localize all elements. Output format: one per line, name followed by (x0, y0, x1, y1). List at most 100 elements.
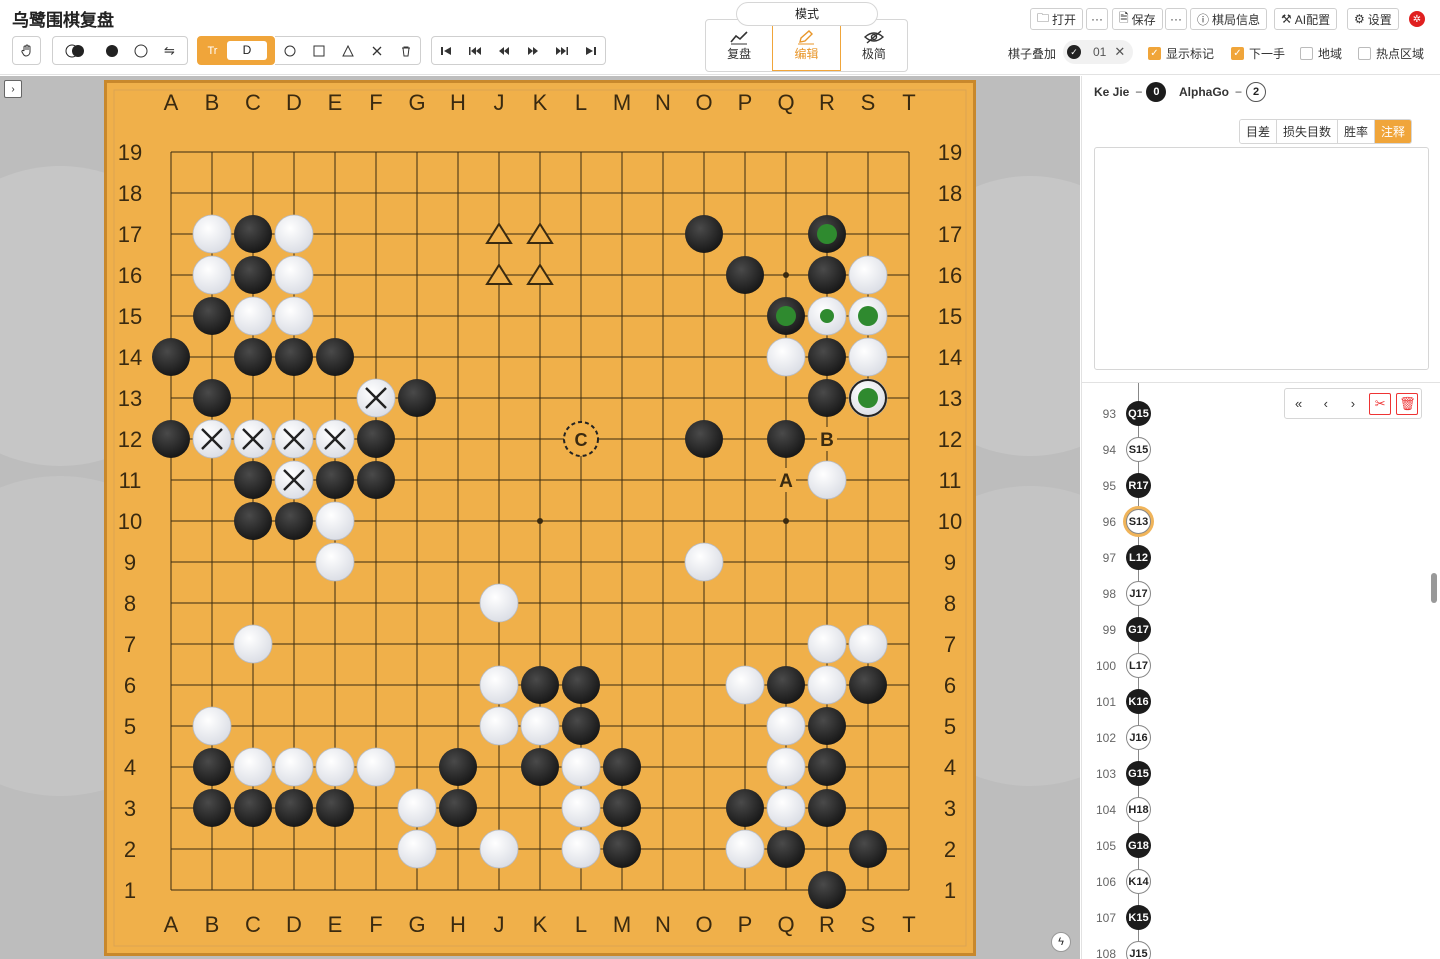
move-stone[interactable]: K16 (1126, 689, 1151, 714)
show-marks-checkbox[interactable]: ✓ 显示标记 (1148, 45, 1214, 62)
move-stone[interactable]: R17 (1126, 473, 1151, 498)
hotspot-checkbox[interactable]: 热点区域 (1358, 45, 1424, 62)
move-list-item[interactable]: 106 K14 (1082, 864, 1422, 900)
open-more-button[interactable]: ··· (1086, 8, 1108, 30)
territory-checkbox[interactable]: 地域 (1300, 45, 1342, 62)
move-list-item[interactable]: 108 J15 (1082, 936, 1422, 959)
mode-review[interactable]: 复盘 (706, 20, 772, 71)
last-move-icon[interactable] (576, 37, 605, 64)
black-stone (849, 666, 887, 704)
move-list-item[interactable]: 97 L12 (1082, 540, 1422, 576)
move-list-item[interactable]: 95 R17 (1082, 468, 1422, 504)
move-stone[interactable]: G15 (1126, 761, 1151, 786)
col-label-bottom: P (738, 912, 753, 937)
move-list-item[interactable]: 100 L17 (1082, 648, 1422, 684)
move-list-item[interactable]: 101 K16 (1082, 684, 1422, 720)
move-stone[interactable]: H18 (1126, 797, 1151, 822)
move-list[interactable]: « ‹ › ✂ 🗑 93 Q15 94 S15 95 R17 96 S13 97 L12 98 J17… (1082, 382, 1440, 959)
delete-mark-icon[interactable] (391, 37, 420, 64)
move-stone[interactable]: S15 (1126, 437, 1151, 462)
green-marker (858, 306, 878, 326)
mark-tool-group (275, 36, 421, 65)
square-mark-icon[interactable] (304, 37, 333, 64)
current-move-stone[interactable]: S13 (1126, 509, 1151, 534)
save-more-button[interactable]: ··· (1165, 8, 1187, 30)
row-label-right: 10 (938, 509, 962, 534)
move-stone[interactable]: K14 (1126, 869, 1151, 894)
game-info-button[interactable]: ⓘ 棋局信息 (1190, 8, 1268, 30)
move-stone[interactable]: J16 (1126, 725, 1151, 750)
black-stone (234, 256, 272, 294)
hand-icon[interactable] (13, 37, 40, 64)
move-stone[interactable]: Q15 (1126, 401, 1151, 426)
eye-off-icon (863, 30, 884, 44)
move-list-item[interactable]: 99 G17 (1082, 612, 1422, 648)
circle-mark-icon[interactable] (275, 37, 304, 64)
move-list-item[interactable]: 96 S13 (1082, 504, 1422, 540)
ai-status-icon[interactable]: ✲ (1409, 11, 1425, 27)
move-number: 95 (1102, 479, 1116, 493)
col-label-top: S (861, 90, 876, 115)
white-stone (233, 296, 273, 336)
move-number: 108 (1095, 947, 1116, 959)
chart-icon (730, 31, 748, 45)
move-stone[interactable]: G18 (1126, 833, 1151, 858)
black-stone (808, 748, 846, 786)
mark-text-input[interactable]: D (227, 41, 267, 60)
sidebar-toggle-icon[interactable]: › (4, 80, 22, 98)
move-list-item[interactable]: 98 J17 (1082, 576, 1422, 612)
cross-mark-icon[interactable] (362, 37, 391, 64)
back-ten-icon[interactable] (461, 37, 490, 64)
move-list-item[interactable]: 105 G18 (1082, 828, 1422, 864)
save-button[interactable]: 🗎 保存 (1112, 8, 1163, 30)
move-stone[interactable]: J15 (1126, 941, 1151, 959)
row-label-right: 8 (944, 591, 956, 616)
first-move-icon[interactable] (432, 37, 461, 64)
mode-edit[interactable]: 编辑 (772, 20, 841, 71)
forward-ten-icon[interactable] (547, 37, 576, 64)
white-stone (684, 542, 724, 582)
black-stone (726, 256, 764, 294)
comment-textarea[interactable] (1094, 147, 1429, 370)
move-list-item[interactable]: 94 S15 (1082, 432, 1422, 468)
tab-winrate[interactable]: 胜率 (1338, 120, 1376, 143)
move-number: 107 (1095, 911, 1116, 925)
move-list-item[interactable]: 103 G15 (1082, 756, 1422, 792)
black-stone (275, 338, 313, 376)
tab-score-diff[interactable]: 目差 (1240, 120, 1278, 143)
lightning-icon[interactable]: ϟ (1051, 932, 1071, 952)
mode-minimal[interactable]: 极简 (841, 20, 907, 71)
text-tool[interactable]: Tr D (197, 36, 275, 65)
overlay-control[interactable]: ✓ 01 ✕ (1063, 40, 1133, 64)
tab-comment[interactable]: 注释 (1375, 120, 1412, 143)
col-label-bottom: D (286, 912, 302, 937)
row-label-right: 16 (938, 263, 962, 288)
close-icon[interactable]: ✕ (1114, 44, 1125, 60)
move-list-scrollbar[interactable] (1431, 573, 1437, 603)
move-stone[interactable]: L12 (1126, 545, 1151, 570)
tab-point-loss[interactable]: 损失目数 (1277, 120, 1339, 143)
move-stone[interactable]: G17 (1126, 617, 1151, 642)
checkbox-empty-icon (1358, 47, 1371, 60)
open-button[interactable]: 🗀 打开 (1030, 8, 1084, 30)
swap-icon[interactable]: ⇋ (155, 37, 184, 64)
move-list-item[interactable]: 104 H18 (1082, 792, 1422, 828)
back-icon[interactable] (490, 37, 519, 64)
alternate-stones-icon[interactable] (53, 37, 97, 64)
col-label-bottom: S (861, 912, 876, 937)
ai-config-button[interactable]: ⚒ AI配置 (1274, 8, 1338, 30)
white-stone-icon[interactable] (126, 37, 155, 64)
black-stone-icon[interactable] (97, 37, 126, 64)
forward-icon[interactable] (518, 37, 547, 64)
move-list-item[interactable]: 93 Q15 (1082, 396, 1422, 432)
next-move-checkbox[interactable]: ✓ 下一手 (1231, 45, 1285, 62)
move-stone[interactable]: J17 (1126, 581, 1151, 606)
go-board[interactable]: AABBCCDDEEFFGGHHJJKKLLMMNNOOPPQQRRSSTT19… (104, 80, 976, 956)
move-list-item[interactable]: 107 K15 (1082, 900, 1422, 936)
move-list-item[interactable]: 102 J16 (1082, 720, 1422, 756)
col-label-top: K (533, 90, 548, 115)
settings-button[interactable]: ⚙ 设置 (1347, 8, 1399, 30)
move-stone[interactable]: K15 (1126, 905, 1151, 930)
triangle-mark-icon[interactable] (333, 37, 362, 64)
move-stone[interactable]: L17 (1126, 653, 1151, 678)
